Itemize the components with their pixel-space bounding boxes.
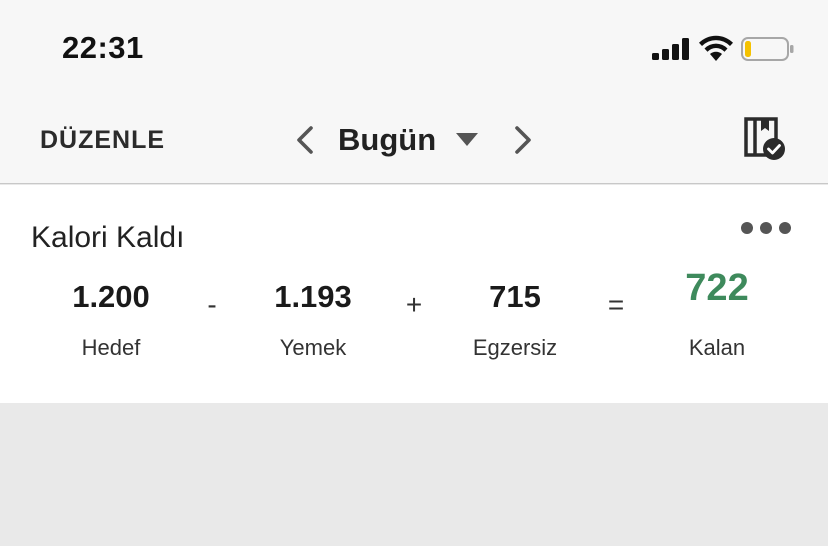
date-picker[interactable]: Bugün	[338, 120, 479, 160]
card-title: Kalori Kaldı	[31, 221, 185, 254]
battery-low-icon	[741, 37, 794, 61]
goal-label: Hedef	[81, 335, 141, 360]
status-time: 22:31	[62, 30, 144, 65]
equals-operator: =	[607, 289, 625, 320]
remaining-value: 722	[685, 267, 749, 309]
chevron-left-icon[interactable]	[292, 124, 318, 156]
remaining-label: Kalan	[688, 335, 746, 360]
minus-operator: -	[207, 289, 217, 320]
calories-remaining-card: Kalori Kaldı 1.200 Hedef - 1.193 Yemek +…	[0, 185, 828, 403]
exercise-value: 715	[489, 279, 541, 314]
exercise-column[interactable]: 715 Egzersiz	[435, 277, 595, 361]
goal-value: 1.200	[72, 279, 150, 314]
food-value: 1.193	[274, 279, 352, 314]
remaining-column[interactable]: 722 Kalan	[637, 269, 797, 361]
food-label: Yemek	[279, 335, 347, 360]
more-options-icon[interactable]	[740, 221, 792, 235]
chevron-right-icon[interactable]	[510, 124, 536, 156]
exercise-label: Egzersiz	[472, 335, 558, 360]
wifi-icon	[699, 35, 733, 61]
caret-down-icon	[456, 133, 479, 146]
food-column[interactable]: 1.193 Yemek	[233, 277, 393, 361]
cellular-signal-icon	[652, 38, 689, 60]
plus-operator: +	[405, 289, 423, 320]
goal-column[interactable]: 1.200 Hedef	[31, 277, 191, 361]
empty-content-area	[0, 403, 828, 546]
date-label: Bugün	[338, 122, 437, 157]
edit-button[interactable]: DÜZENLE	[40, 126, 165, 155]
complete-diary-icon[interactable]	[743, 116, 787, 162]
header: 22:31 DÜZENLE Bugün	[0, 0, 828, 184]
